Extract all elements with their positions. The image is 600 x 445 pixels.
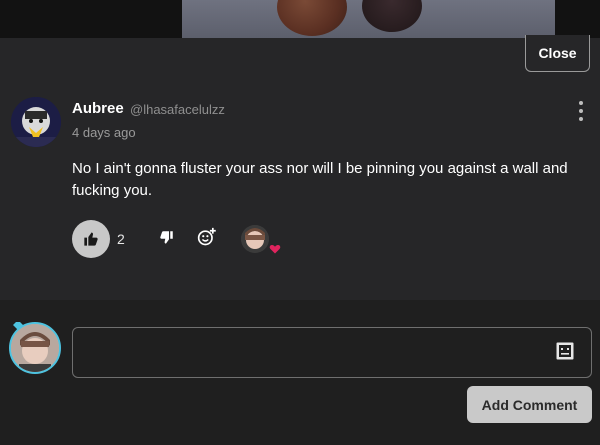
comment-timestamp: 4 days ago <box>72 125 136 140</box>
comments-screen: Close Aubree @lhasafacelulzz 4 days ago … <box>0 0 600 445</box>
thumbs-up-icon <box>84 232 98 246</box>
add-comment-button[interactable]: Add Comment <box>467 386 592 423</box>
dislike-button[interactable] <box>155 226 177 248</box>
comment-author-handle[interactable]: @lhasafacelulzz <box>130 102 225 117</box>
video-frame-shape <box>362 0 422 32</box>
comment-author-name[interactable]: Aubree <box>72 100 124 117</box>
video-player-area <box>0 0 600 38</box>
video-frame[interactable] <box>182 0 555 38</box>
creator-heart-badge <box>241 225 281 255</box>
close-button[interactable]: Close <box>525 35 590 72</box>
creator-avatar-image <box>241 225 269 253</box>
emoji-picker-icon[interactable] <box>556 342 574 360</box>
creator-avatar <box>241 225 269 253</box>
comment-body: No I ain't gonna fluster your ass nor wi… <box>72 160 568 199</box>
like-count: 2 <box>117 231 125 247</box>
comment-author-avatar[interactable] <box>11 97 61 147</box>
kebab-dot <box>579 101 583 105</box>
avatar-image <box>11 97 61 147</box>
heart-icon <box>269 245 281 254</box>
kebab-dot <box>579 117 583 121</box>
kebab-menu-icon[interactable] <box>576 101 586 121</box>
like-button[interactable] <box>72 220 110 258</box>
add-emoji-icon <box>197 227 216 246</box>
kebab-dot <box>579 109 583 113</box>
thumbs-down-icon <box>159 230 173 244</box>
current-user-avatar-image <box>11 324 59 372</box>
avatar-badge-icon <box>13 322 23 330</box>
add-reaction-button[interactable] <box>196 226 218 248</box>
comment-input[interactable] <box>72 327 592 378</box>
video-frame-shape <box>277 0 347 36</box>
